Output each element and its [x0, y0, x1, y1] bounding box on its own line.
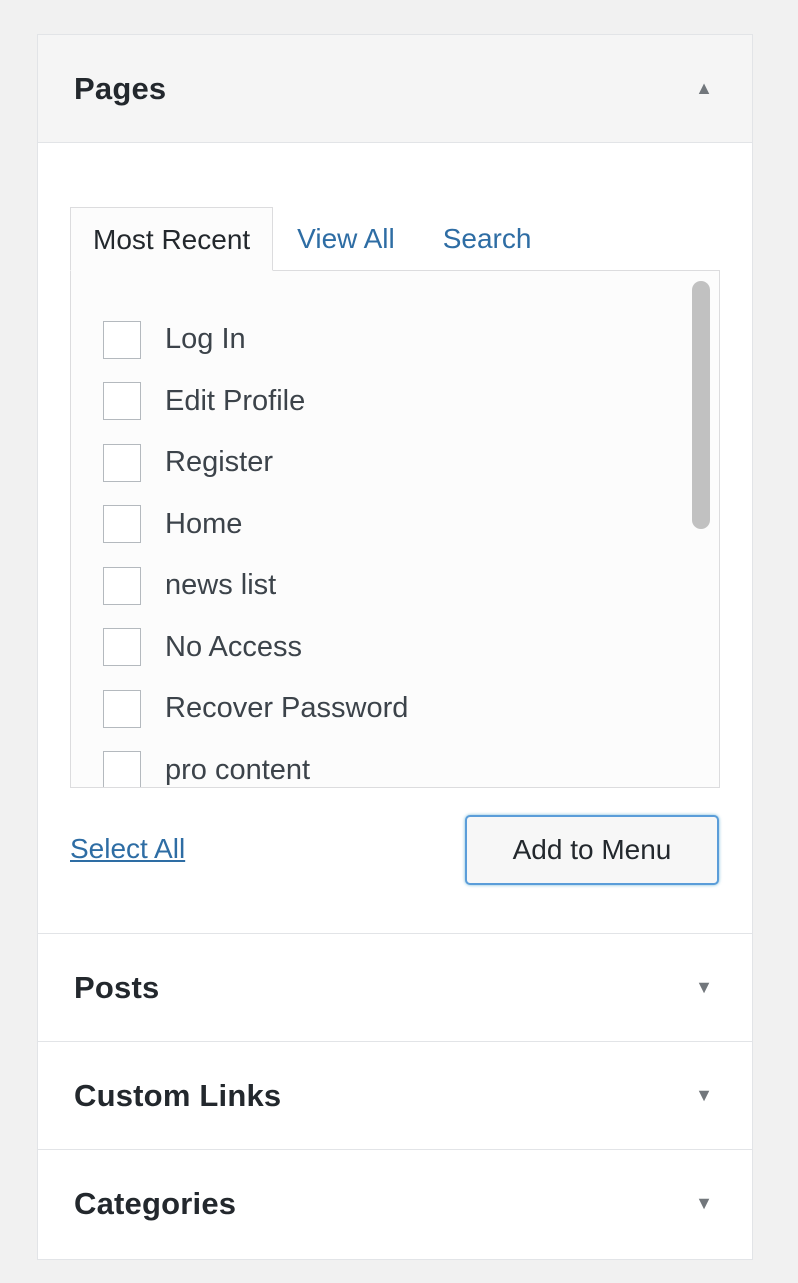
- list-item: pro content: [103, 740, 679, 787]
- page-item-label[interactable]: news list: [165, 569, 276, 602]
- page-item-label[interactable]: Register: [165, 446, 273, 479]
- page-item-label[interactable]: Log In: [165, 323, 246, 356]
- list-item: No Access: [103, 617, 679, 679]
- select-all-link[interactable]: Select All: [70, 833, 185, 865]
- list-item: Register: [103, 432, 679, 494]
- arrow-down-icon[interactable]: ▼: [692, 1085, 716, 1106]
- list-item: Edit Profile: [103, 371, 679, 433]
- categories-section-header[interactable]: Categories ▼: [38, 1149, 752, 1257]
- categories-section-title: Categories: [74, 1185, 237, 1221]
- page-checkbox[interactable]: [103, 443, 141, 482]
- page-checkbox[interactable]: [103, 505, 141, 544]
- list-item: Log In: [103, 309, 679, 371]
- arrow-down-icon[interactable]: ▼: [692, 1193, 716, 1214]
- tab-most-recent[interactable]: Most Recent: [70, 207, 274, 271]
- menu-items-panel: Pages ▲ Most Recent View All Search Log …: [37, 34, 753, 1260]
- tab-view-all[interactable]: View All: [273, 207, 419, 271]
- posts-section-title: Posts: [74, 969, 160, 1005]
- page-item-label[interactable]: Recover Password: [165, 692, 408, 725]
- scrollbar-thumb[interactable]: [692, 281, 710, 529]
- page-checkbox[interactable]: [103, 751, 141, 787]
- list-item: Recover Password: [103, 678, 679, 740]
- add-to-menu-button[interactable]: Add to Menu: [465, 815, 719, 885]
- arrow-up-icon[interactable]: ▲: [692, 78, 716, 99]
- page-item-label[interactable]: No Access: [165, 631, 302, 664]
- pages-section-header[interactable]: Pages ▲: [38, 35, 752, 143]
- pages-list: Log In Edit Profile Register Home news l…: [103, 309, 679, 787]
- pages-checklist: Log In Edit Profile Register Home news l…: [70, 270, 720, 788]
- arrow-down-icon[interactable]: ▼: [692, 977, 716, 998]
- list-item: Home: [103, 494, 679, 556]
- page-item-label[interactable]: pro content: [165, 754, 310, 787]
- pages-section-title: Pages: [74, 70, 167, 106]
- page-checkbox[interactable]: [103, 566, 141, 605]
- page-item-label[interactable]: Edit Profile: [165, 385, 305, 418]
- pages-tabs: Most Recent View All Search: [70, 207, 555, 271]
- page-checkbox[interactable]: [103, 382, 141, 421]
- page-checkbox[interactable]: [103, 689, 141, 728]
- list-item: news list: [103, 555, 679, 617]
- scrollbar-track[interactable]: [685, 271, 719, 787]
- page-item-label[interactable]: Home: [165, 508, 242, 541]
- custom-links-section-title: Custom Links: [74, 1077, 282, 1113]
- tab-search[interactable]: Search: [419, 207, 556, 271]
- page-checkbox[interactable]: [103, 320, 141, 359]
- page-checkbox[interactable]: [103, 628, 141, 667]
- posts-section-header[interactable]: Posts ▼: [38, 933, 752, 1041]
- custom-links-section-header[interactable]: Custom Links ▼: [38, 1041, 752, 1149]
